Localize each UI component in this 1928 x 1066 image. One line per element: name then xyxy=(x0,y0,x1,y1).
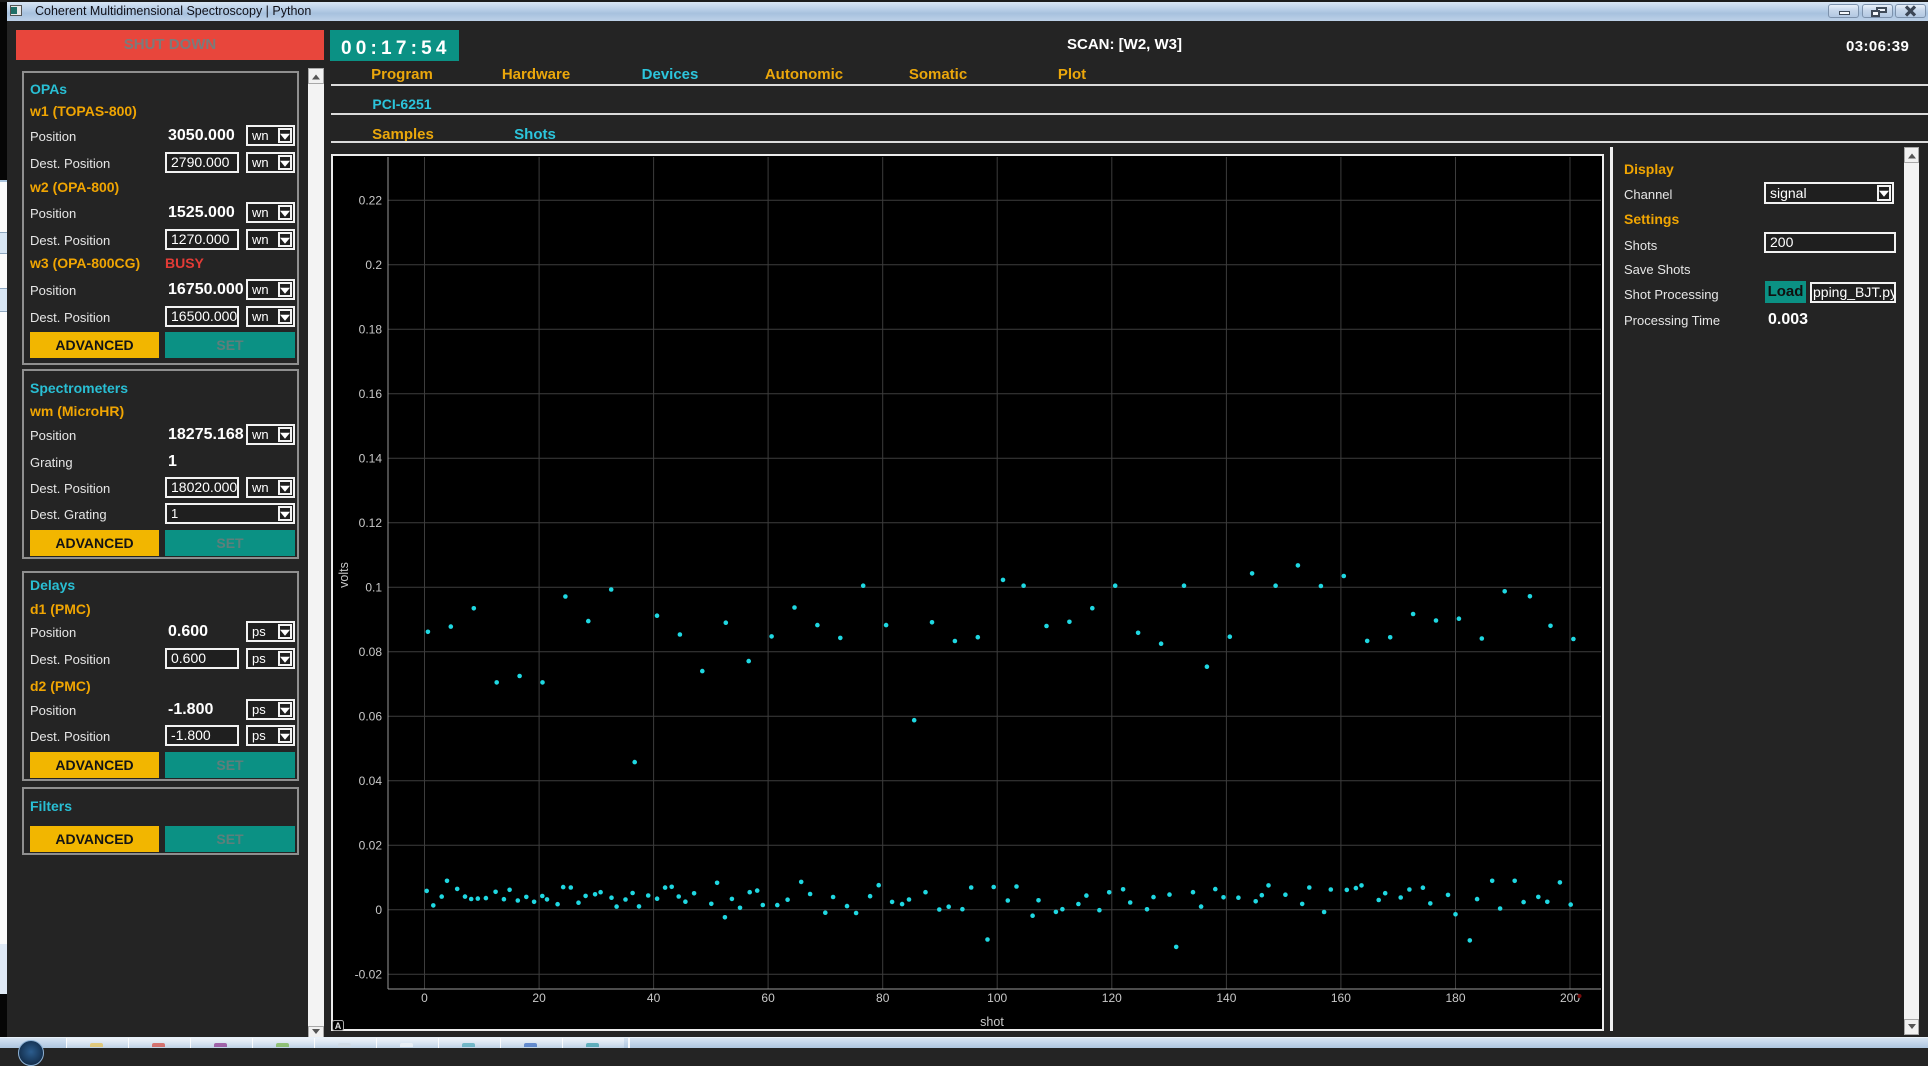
svg-text:0.12: 0.12 xyxy=(359,516,383,530)
svg-text:shot: shot xyxy=(980,1015,1004,1029)
svg-text:200: 200 xyxy=(1560,991,1580,1005)
svg-text:160: 160 xyxy=(1331,991,1351,1005)
svg-text:0.18: 0.18 xyxy=(359,322,383,336)
svg-text:0: 0 xyxy=(421,991,428,1005)
svg-text:80: 80 xyxy=(876,991,890,1005)
svg-text:0.16: 0.16 xyxy=(359,387,383,401)
svg-text:180: 180 xyxy=(1445,991,1465,1005)
svg-text:0.08: 0.08 xyxy=(359,645,383,659)
svg-text:0.2: 0.2 xyxy=(365,258,382,272)
svg-text:0.06: 0.06 xyxy=(359,709,383,723)
svg-text:100: 100 xyxy=(987,991,1007,1005)
svg-text:0.14: 0.14 xyxy=(359,451,383,465)
svg-text:120: 120 xyxy=(1102,991,1122,1005)
svg-text:0.22: 0.22 xyxy=(359,193,383,207)
svg-text:volts: volts xyxy=(337,562,351,588)
svg-text:-0.02: -0.02 xyxy=(355,967,383,981)
svg-text:60: 60 xyxy=(761,991,775,1005)
svg-text:140: 140 xyxy=(1216,991,1236,1005)
svg-text:0.02: 0.02 xyxy=(359,838,383,852)
svg-text:0.1: 0.1 xyxy=(365,580,382,594)
svg-text:20: 20 xyxy=(532,991,546,1005)
svg-text:40: 40 xyxy=(647,991,661,1005)
svg-text:A: A xyxy=(335,1021,342,1031)
svg-text:0: 0 xyxy=(375,903,382,917)
svg-text:0.04: 0.04 xyxy=(359,774,383,788)
